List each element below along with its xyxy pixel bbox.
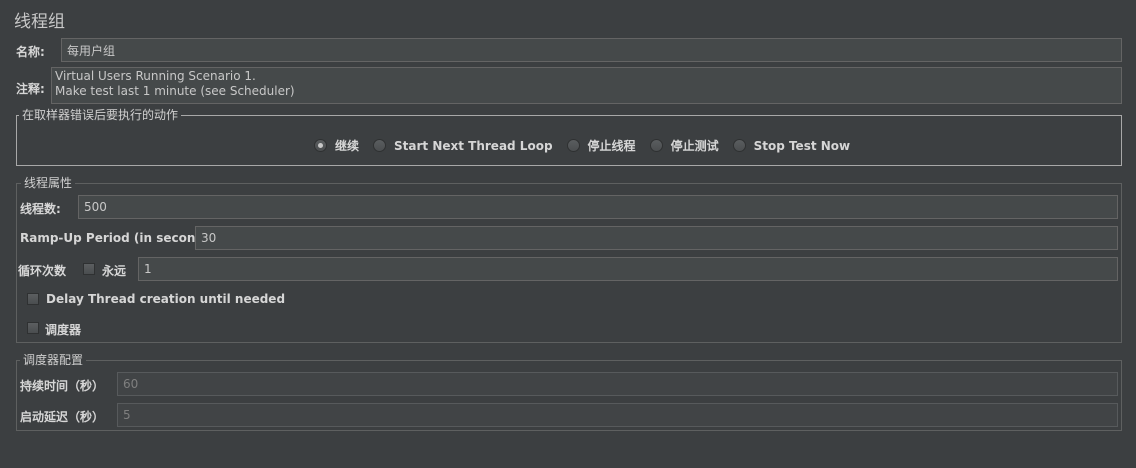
delay-thread-checkbox[interactable] (27, 293, 39, 305)
threads-label: 线程数: (20, 202, 61, 216)
duration-input-value: 60 (123, 377, 139, 391)
radio-stop-test[interactable]: 停止测试 (649, 137, 719, 154)
threads-input-value: 500 (84, 200, 107, 214)
radio-button-selected-icon[interactable] (314, 139, 327, 152)
scheduler-checkbox[interactable] (27, 322, 39, 334)
forever-label: 永远 (102, 264, 127, 278)
scheduler-config-legend: 调度器配置 (20, 353, 87, 367)
radio-button-icon[interactable] (732, 139, 746, 152)
loop-count-input-value: 1 (144, 262, 152, 276)
startup-delay-input[interactable]: 5 (117, 403, 1118, 427)
error-action-legend: 在取样器错误后要执行的动作 (19, 108, 182, 122)
delay-thread-label: Delay Thread creation until needed (46, 292, 286, 306)
comment-line-1: Virtual Users Running Scenario 1. (55, 69, 256, 83)
comment-label: 注释: (16, 82, 45, 96)
radio-continue-label: 继续 (335, 139, 360, 153)
radio-start-next-thread-loop-label: Start Next Thread Loop (394, 138, 553, 153)
duration-label: 持续时间（秒） (20, 379, 105, 393)
comment-textarea[interactable]: Virtual Users Running Scenario 1. Make t… (51, 67, 1122, 104)
radio-stop-thread-label: 停止线程 (587, 139, 636, 153)
rampup-input-value: 30 (201, 231, 217, 245)
radio-button-icon[interactable] (566, 139, 580, 152)
startup-delay-label: 启动延迟（秒） (20, 410, 105, 424)
radio-stop-test-now-label: Stop Test Now (753, 138, 851, 153)
radio-stop-test-label: 停止测试 (670, 139, 719, 153)
radio-stop-thread[interactable]: 停止线程 (566, 137, 636, 154)
radio-start-next-thread-loop[interactable]: Start Next Thread Loop (373, 139, 553, 153)
scheduler-label: 调度器 (45, 323, 82, 337)
comment-line-2: Make test last 1 minute (see Scheduler) (55, 84, 295, 98)
thread-properties-legend: 线程属性 (21, 176, 76, 190)
rampup-label: Ramp-Up Period (in seconds): (20, 231, 222, 245)
name-input[interactable]: 每用户组 (61, 38, 1122, 62)
radio-stop-test-now[interactable]: Stop Test Now (732, 138, 851, 153)
radio-button-icon[interactable] (373, 139, 387, 152)
name-label: 名称: (16, 45, 45, 59)
loop-count-input[interactable]: 1 (138, 257, 1118, 281)
radio-button-icon[interactable] (649, 139, 663, 152)
startup-delay-input-value: 5 (123, 408, 131, 422)
forever-checkbox[interactable] (83, 263, 95, 275)
loop-count-label: 循环次数 (18, 264, 67, 278)
error-action-radio-row: 继续 Start Next Thread Loop 停止线程 停止测试 Stop… (314, 137, 864, 154)
rampup-input[interactable]: 30 (195, 226, 1118, 250)
page-title: 线程组 (14, 12, 65, 32)
name-input-value: 每用户组 (67, 43, 116, 58)
radio-continue[interactable]: 继续 (314, 137, 359, 154)
threads-input[interactable]: 500 (78, 195, 1118, 219)
duration-input[interactable]: 60 (117, 372, 1118, 396)
